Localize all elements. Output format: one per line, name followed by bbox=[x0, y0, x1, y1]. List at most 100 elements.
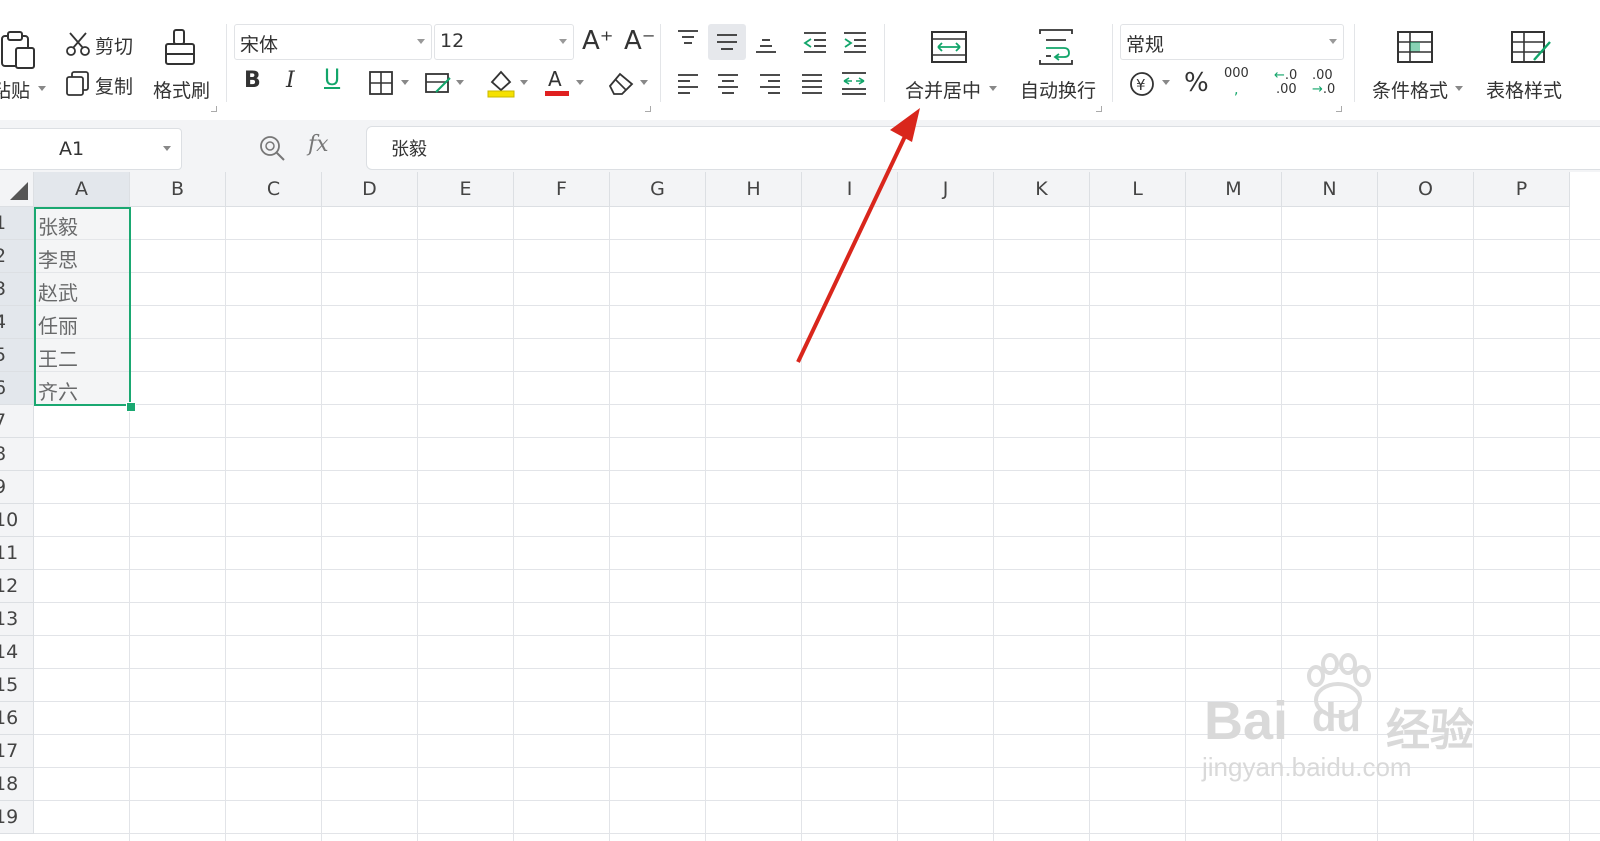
number-format-select[interactable]: 常规 bbox=[1120, 24, 1344, 60]
column-header-m[interactable]: M bbox=[1186, 172, 1282, 207]
column-header-e[interactable]: E bbox=[418, 172, 514, 207]
fx-icon[interactable]: fx bbox=[308, 132, 329, 157]
row-header-1[interactable]: 1 bbox=[0, 207, 34, 240]
fill-handle[interactable] bbox=[126, 402, 136, 412]
selection-range[interactable] bbox=[34, 207, 131, 406]
row-header-16[interactable]: 16 bbox=[0, 702, 34, 735]
column-header-l[interactable]: L bbox=[1090, 172, 1186, 207]
cell-style-dropdown-icon[interactable] bbox=[456, 80, 464, 85]
row-header-13[interactable]: 13 bbox=[0, 603, 34, 636]
zoom-find-icon[interactable] bbox=[258, 134, 288, 164]
row-header-17[interactable]: 17 bbox=[0, 735, 34, 768]
row-header-4[interactable]: 4 bbox=[0, 306, 34, 339]
merge-center-dropdown-icon[interactable] bbox=[989, 86, 997, 91]
row-header-14[interactable]: 14 bbox=[0, 636, 34, 669]
row-header-7[interactable]: 7 bbox=[0, 405, 34, 438]
column-header-g[interactable]: G bbox=[610, 172, 706, 207]
copy-icon bbox=[66, 71, 89, 96]
paste-dropdown-icon[interactable] bbox=[38, 86, 46, 91]
wrap-text-button[interactable]: 自动换行 bbox=[1016, 24, 1100, 104]
name-box-dropdown-icon[interactable] bbox=[163, 146, 171, 151]
column-header-f[interactable]: F bbox=[514, 172, 610, 207]
align-left-icon[interactable] bbox=[676, 72, 700, 96]
decrease-indent-icon[interactable] bbox=[802, 30, 828, 54]
fill-color-icon[interactable] bbox=[486, 66, 516, 98]
font-color-dropdown-icon[interactable] bbox=[576, 80, 584, 85]
bold-button[interactable]: B bbox=[244, 68, 261, 93]
formula-content: 张毅 bbox=[391, 139, 427, 160]
increase-font-size-icon[interactable]: A⁺ bbox=[582, 26, 614, 56]
cut-button[interactable]: 剪切 bbox=[62, 28, 142, 58]
svg-text:¥: ¥ bbox=[1136, 76, 1146, 94]
currency-icon[interactable]: ¥ bbox=[1128, 70, 1156, 98]
row-header-3[interactable]: 3 bbox=[0, 273, 34, 306]
column-header-o[interactable]: O bbox=[1378, 172, 1474, 207]
column-header-n[interactable]: N bbox=[1282, 172, 1378, 207]
row-header-5[interactable]: 5 bbox=[0, 339, 34, 372]
italic-button[interactable]: I bbox=[286, 68, 295, 93]
row-header-19[interactable]: 19 bbox=[0, 801, 34, 834]
baidu-watermark: Bai du 经验 jingyan.baidu.com bbox=[1200, 650, 1490, 782]
alignment-group-launcher[interactable] bbox=[1096, 106, 1102, 112]
formula-input[interactable]: 张毅 bbox=[366, 126, 1600, 170]
align-middle-icon[interactable] bbox=[715, 30, 739, 54]
row-header-10[interactable]: 10 bbox=[0, 504, 34, 537]
decrease-decimal-button[interactable]: .00 →.0 bbox=[1310, 68, 1340, 98]
row-header-11[interactable]: 11 bbox=[0, 537, 34, 570]
column-header-b[interactable]: B bbox=[130, 172, 226, 207]
conditional-format-dropdown-icon[interactable] bbox=[1455, 86, 1463, 91]
number-group-launcher[interactable] bbox=[1336, 106, 1342, 112]
percent-button[interactable]: % bbox=[1184, 68, 1209, 98]
distributed-align-icon[interactable] bbox=[840, 70, 868, 96]
decrease-font-size-icon[interactable]: A⁻ bbox=[624, 26, 656, 56]
cell-style-icon[interactable] bbox=[424, 70, 452, 96]
increase-indent-icon[interactable] bbox=[842, 30, 868, 54]
format-painter-button[interactable]: 格式刷 bbox=[150, 24, 216, 104]
row-header-2[interactable]: 2 bbox=[0, 240, 34, 273]
conditional-format-label: 条件格式 bbox=[1372, 80, 1449, 102]
font-group-launcher[interactable] bbox=[645, 106, 651, 112]
fill-color-dropdown-icon[interactable] bbox=[520, 80, 528, 85]
increase-decimal-button[interactable]: ←.0 .00 bbox=[1272, 68, 1302, 98]
justify-icon[interactable] bbox=[800, 72, 824, 96]
row-header-15[interactable]: 15 bbox=[0, 669, 34, 702]
currency-dropdown-icon[interactable] bbox=[1162, 80, 1170, 85]
copy-button[interactable]: 复制 bbox=[62, 68, 142, 98]
table-style-label: 表格样式 bbox=[1486, 80, 1563, 102]
column-header-c[interactable]: C bbox=[226, 172, 322, 207]
row-header-12[interactable]: 12 bbox=[0, 570, 34, 603]
row-header-8[interactable]: 8 bbox=[0, 438, 34, 471]
column-header-p[interactable]: P bbox=[1474, 172, 1570, 207]
font-name-select[interactable]: 宋体 bbox=[234, 24, 432, 60]
thousands-separator-button[interactable]: 000 bbox=[1224, 66, 1249, 81]
conditional-format-button[interactable]: 条件格式 bbox=[1366, 24, 1468, 104]
select-all-corner[interactable] bbox=[0, 172, 34, 207]
align-top-icon[interactable] bbox=[676, 28, 700, 52]
font-name-value: 宋体 bbox=[240, 34, 279, 56]
borders-icon[interactable] bbox=[368, 70, 394, 96]
font-color-icon[interactable]: A bbox=[544, 66, 570, 98]
eraser-icon[interactable] bbox=[606, 70, 636, 96]
column-header-k[interactable]: K bbox=[994, 172, 1090, 207]
align-right-icon[interactable] bbox=[758, 72, 782, 96]
name-box[interactable]: A1 bbox=[0, 128, 182, 170]
cut-label: 剪切 bbox=[95, 36, 134, 58]
row-header-9[interactable]: 9 bbox=[0, 471, 34, 504]
align-center-icon[interactable] bbox=[716, 72, 740, 96]
table-style-button[interactable]: 表格样式 bbox=[1482, 24, 1592, 104]
row-header-6[interactable]: 6 bbox=[0, 372, 34, 405]
clear-dropdown-icon[interactable] bbox=[640, 80, 648, 85]
column-header-a[interactable]: A bbox=[34, 172, 130, 207]
font-size-select[interactable]: 12 bbox=[434, 24, 574, 60]
clipboard-group-launcher[interactable] bbox=[211, 106, 217, 112]
font-size-dropdown-icon bbox=[559, 39, 567, 44]
row-header-18[interactable]: 18 bbox=[0, 768, 34, 801]
borders-dropdown-icon[interactable] bbox=[401, 80, 409, 85]
wrap-text-label: 自动换行 bbox=[1020, 80, 1097, 102]
column-header-d[interactable]: D bbox=[322, 172, 418, 207]
paste-button[interactable]: 粘贴 bbox=[0, 24, 50, 104]
underline-button[interactable]: U bbox=[324, 66, 340, 91]
merge-center-button[interactable]: 合并居中 bbox=[900, 24, 1004, 104]
align-bottom-icon[interactable] bbox=[754, 30, 778, 54]
separator bbox=[1112, 24, 1113, 102]
